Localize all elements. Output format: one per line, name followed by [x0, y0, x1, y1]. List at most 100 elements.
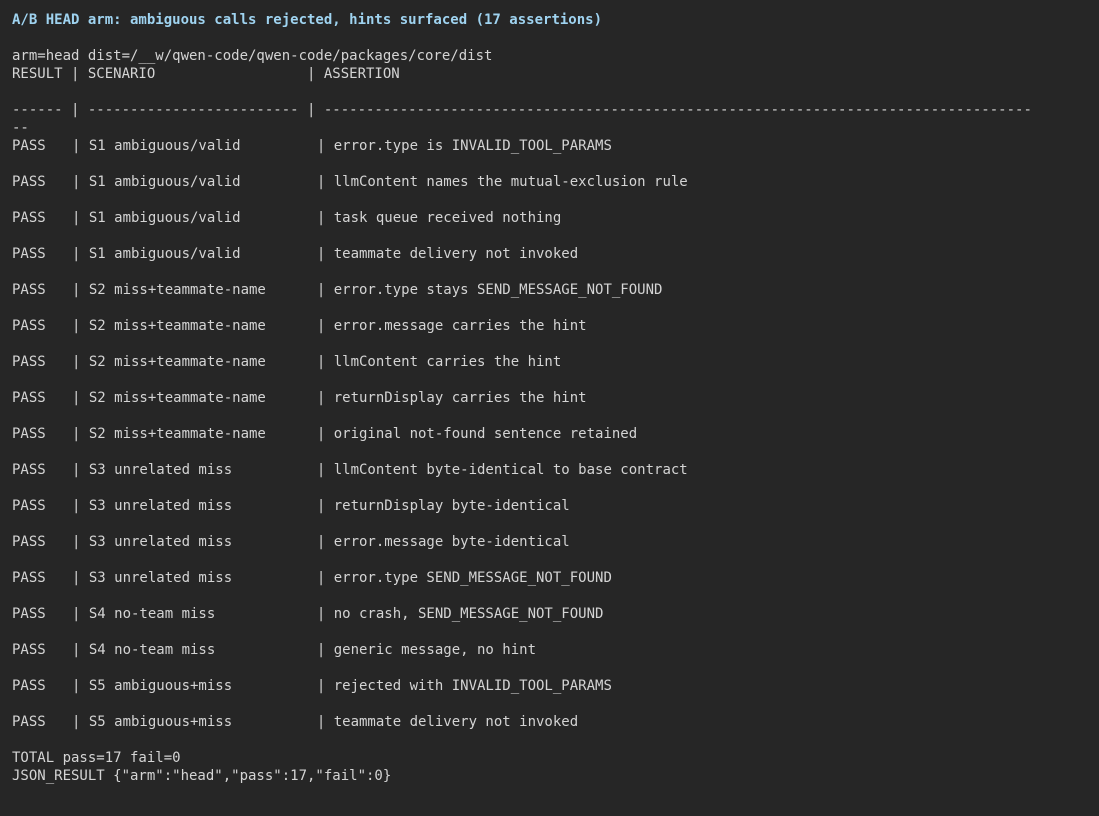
- column-divider: |: [316, 498, 334, 514]
- row-spacer: [12, 587, 1087, 605]
- column-divider: |: [316, 462, 334, 478]
- row-spacer: [12, 371, 1087, 389]
- column-divider: |: [72, 138, 89, 154]
- scenario-cell: S1 ambiguous/valid: [88, 174, 241, 190]
- table-row: PASS | S4 no-team miss | no crash, SEND_ME…: [12, 605, 1087, 623]
- scenario-cell: S4 no-team miss: [88, 642, 216, 658]
- assertion-cell: teammate delivery not invoked: [333, 714, 579, 730]
- table-separator: ------ | ------------------------- | ---…: [12, 102, 1032, 118]
- scenario-cell: S3 unrelated miss: [88, 462, 233, 478]
- row-spacer: [12, 623, 1087, 641]
- table-row: PASS | S5 ambiguous+miss | rejected with I…: [12, 677, 1087, 695]
- row-spacer: [12, 335, 1087, 353]
- result-cell: PASS: [12, 606, 46, 622]
- result-cell: PASS: [12, 282, 46, 298]
- column-divider: |: [316, 354, 334, 370]
- column-divider: |: [72, 534, 89, 550]
- row-spacer: [12, 515, 1087, 533]
- total-line: TOTAL pass=17 fail=0: [12, 750, 181, 766]
- assertion-cell: no crash, SEND_MESSAGE_NOT_FOUND: [333, 606, 604, 622]
- table-row: PASS | S1 ambiguous/valid | teammate deliv…: [12, 245, 1087, 263]
- result-cell: PASS: [12, 534, 46, 550]
- assertion-cell: llmContent byte-identical to base contra…: [333, 462, 688, 478]
- column-divider: |: [72, 714, 89, 730]
- assertion-cell: llmContent names the mutual-exclusion ru…: [333, 174, 688, 190]
- assertion-cell: generic message, no hint: [333, 642, 537, 658]
- table-separator-wrap: --: [12, 120, 29, 136]
- column-divider: |: [72, 390, 89, 406]
- column-divider: |: [72, 678, 89, 694]
- row-spacer: [12, 551, 1087, 569]
- scenario-cell: S2 miss+teammate-name: [88, 318, 266, 334]
- row-spacer: [12, 695, 1087, 713]
- row-spacer: [12, 407, 1087, 425]
- table-row: PASS | S5 ambiguous+miss | teammate delive…: [12, 713, 1087, 731]
- result-cell: PASS: [12, 570, 46, 586]
- column-divider: |: [316, 534, 334, 550]
- column-divider: |: [72, 210, 89, 226]
- row-spacer: [12, 299, 1087, 317]
- column-divider: |: [316, 282, 334, 298]
- column-divider: |: [316, 678, 334, 694]
- scenario-cell: S1 ambiguous/valid: [88, 138, 241, 154]
- assertion-cell: error.message carries the hint: [333, 318, 587, 334]
- column-divider: |: [316, 210, 334, 226]
- assertion-cell: llmContent carries the hint: [333, 354, 562, 370]
- assertion-cell: rejected with INVALID_TOOL_PARAMS: [333, 678, 612, 694]
- table-row: PASS | S3 unrelated miss | returnDisplay b…: [12, 497, 1087, 515]
- column-divider: |: [316, 606, 334, 622]
- scenario-cell: S2 miss+teammate-name: [88, 282, 266, 298]
- assertion-cell: error.type stays SEND_MESSAGE_NOT_FOUND: [333, 282, 663, 298]
- column-divider: |: [72, 606, 89, 622]
- result-cell: PASS: [12, 246, 46, 262]
- column-divider: |: [316, 570, 334, 586]
- scenario-cell: S1 ambiguous/valid: [88, 210, 241, 226]
- meta-line: arm=head dist=/__w/qwen-code/qwen-code/p…: [12, 48, 493, 64]
- table-row: PASS | S2 miss+teammate-name | returnDispl…: [12, 389, 1087, 407]
- table-row: PASS | S3 unrelated miss | llmContent byte…: [12, 461, 1087, 479]
- result-cell: PASS: [12, 678, 46, 694]
- table-row: PASS | S4 no-team miss | generic message, …: [12, 641, 1087, 659]
- assertion-cell: returnDisplay carries the hint: [333, 390, 587, 406]
- scenario-cell: S2 miss+teammate-name: [88, 354, 266, 370]
- result-cell: PASS: [12, 354, 46, 370]
- assertion-cell: task queue received nothing: [333, 210, 562, 226]
- result-cell: PASS: [12, 390, 46, 406]
- column-divider: |: [72, 246, 89, 262]
- scenario-cell: S5 ambiguous+miss: [88, 714, 233, 730]
- assertion-cell: error.message byte-identical: [333, 534, 570, 550]
- column-divider: |: [316, 426, 334, 442]
- row-spacer: [12, 155, 1087, 173]
- table-row: PASS | S1 ambiguous/valid | llmContent nam…: [12, 173, 1087, 191]
- column-divider: |: [316, 138, 334, 154]
- scenario-cell: S4 no-team miss: [88, 606, 216, 622]
- column-divider: |: [316, 174, 334, 190]
- scenario-cell: S3 unrelated miss: [88, 570, 233, 586]
- assertion-cell: teammate delivery not invoked: [333, 246, 579, 262]
- column-divider: |: [316, 642, 334, 658]
- table-row: PASS | S3 unrelated miss | error.message b…: [12, 533, 1087, 551]
- result-cell: PASS: [12, 498, 46, 514]
- table-row: PASS | S2 miss+teammate-name | error.messa…: [12, 317, 1087, 335]
- scenario-cell: S3 unrelated miss: [88, 534, 233, 550]
- json-result-line: JSON_RESULT {"arm":"head","pass":17,"fai…: [12, 768, 392, 784]
- result-cell: PASS: [12, 714, 46, 730]
- column-divider: |: [72, 318, 89, 334]
- column-divider: |: [316, 246, 334, 262]
- result-cell: PASS: [12, 138, 46, 154]
- row-spacer: [12, 479, 1087, 497]
- column-divider: |: [72, 498, 89, 514]
- row-spacer: [12, 263, 1087, 281]
- table-row: PASS | S1 ambiguous/valid | error.type is …: [12, 137, 1087, 155]
- result-cell: PASS: [12, 210, 46, 226]
- column-divider: |: [316, 714, 334, 730]
- scenario-cell: S2 miss+teammate-name: [88, 426, 266, 442]
- scenario-cell: S3 unrelated miss: [88, 498, 233, 514]
- row-spacer: [12, 443, 1087, 461]
- table-header: RESULT | SCENARIO | ASSERTION: [12, 66, 400, 82]
- column-divider: |: [72, 354, 89, 370]
- report-title: A/B HEAD arm: ambiguous calls rejected, …: [12, 12, 603, 28]
- assertion-cell: error.type is INVALID_TOOL_PARAMS: [333, 138, 612, 154]
